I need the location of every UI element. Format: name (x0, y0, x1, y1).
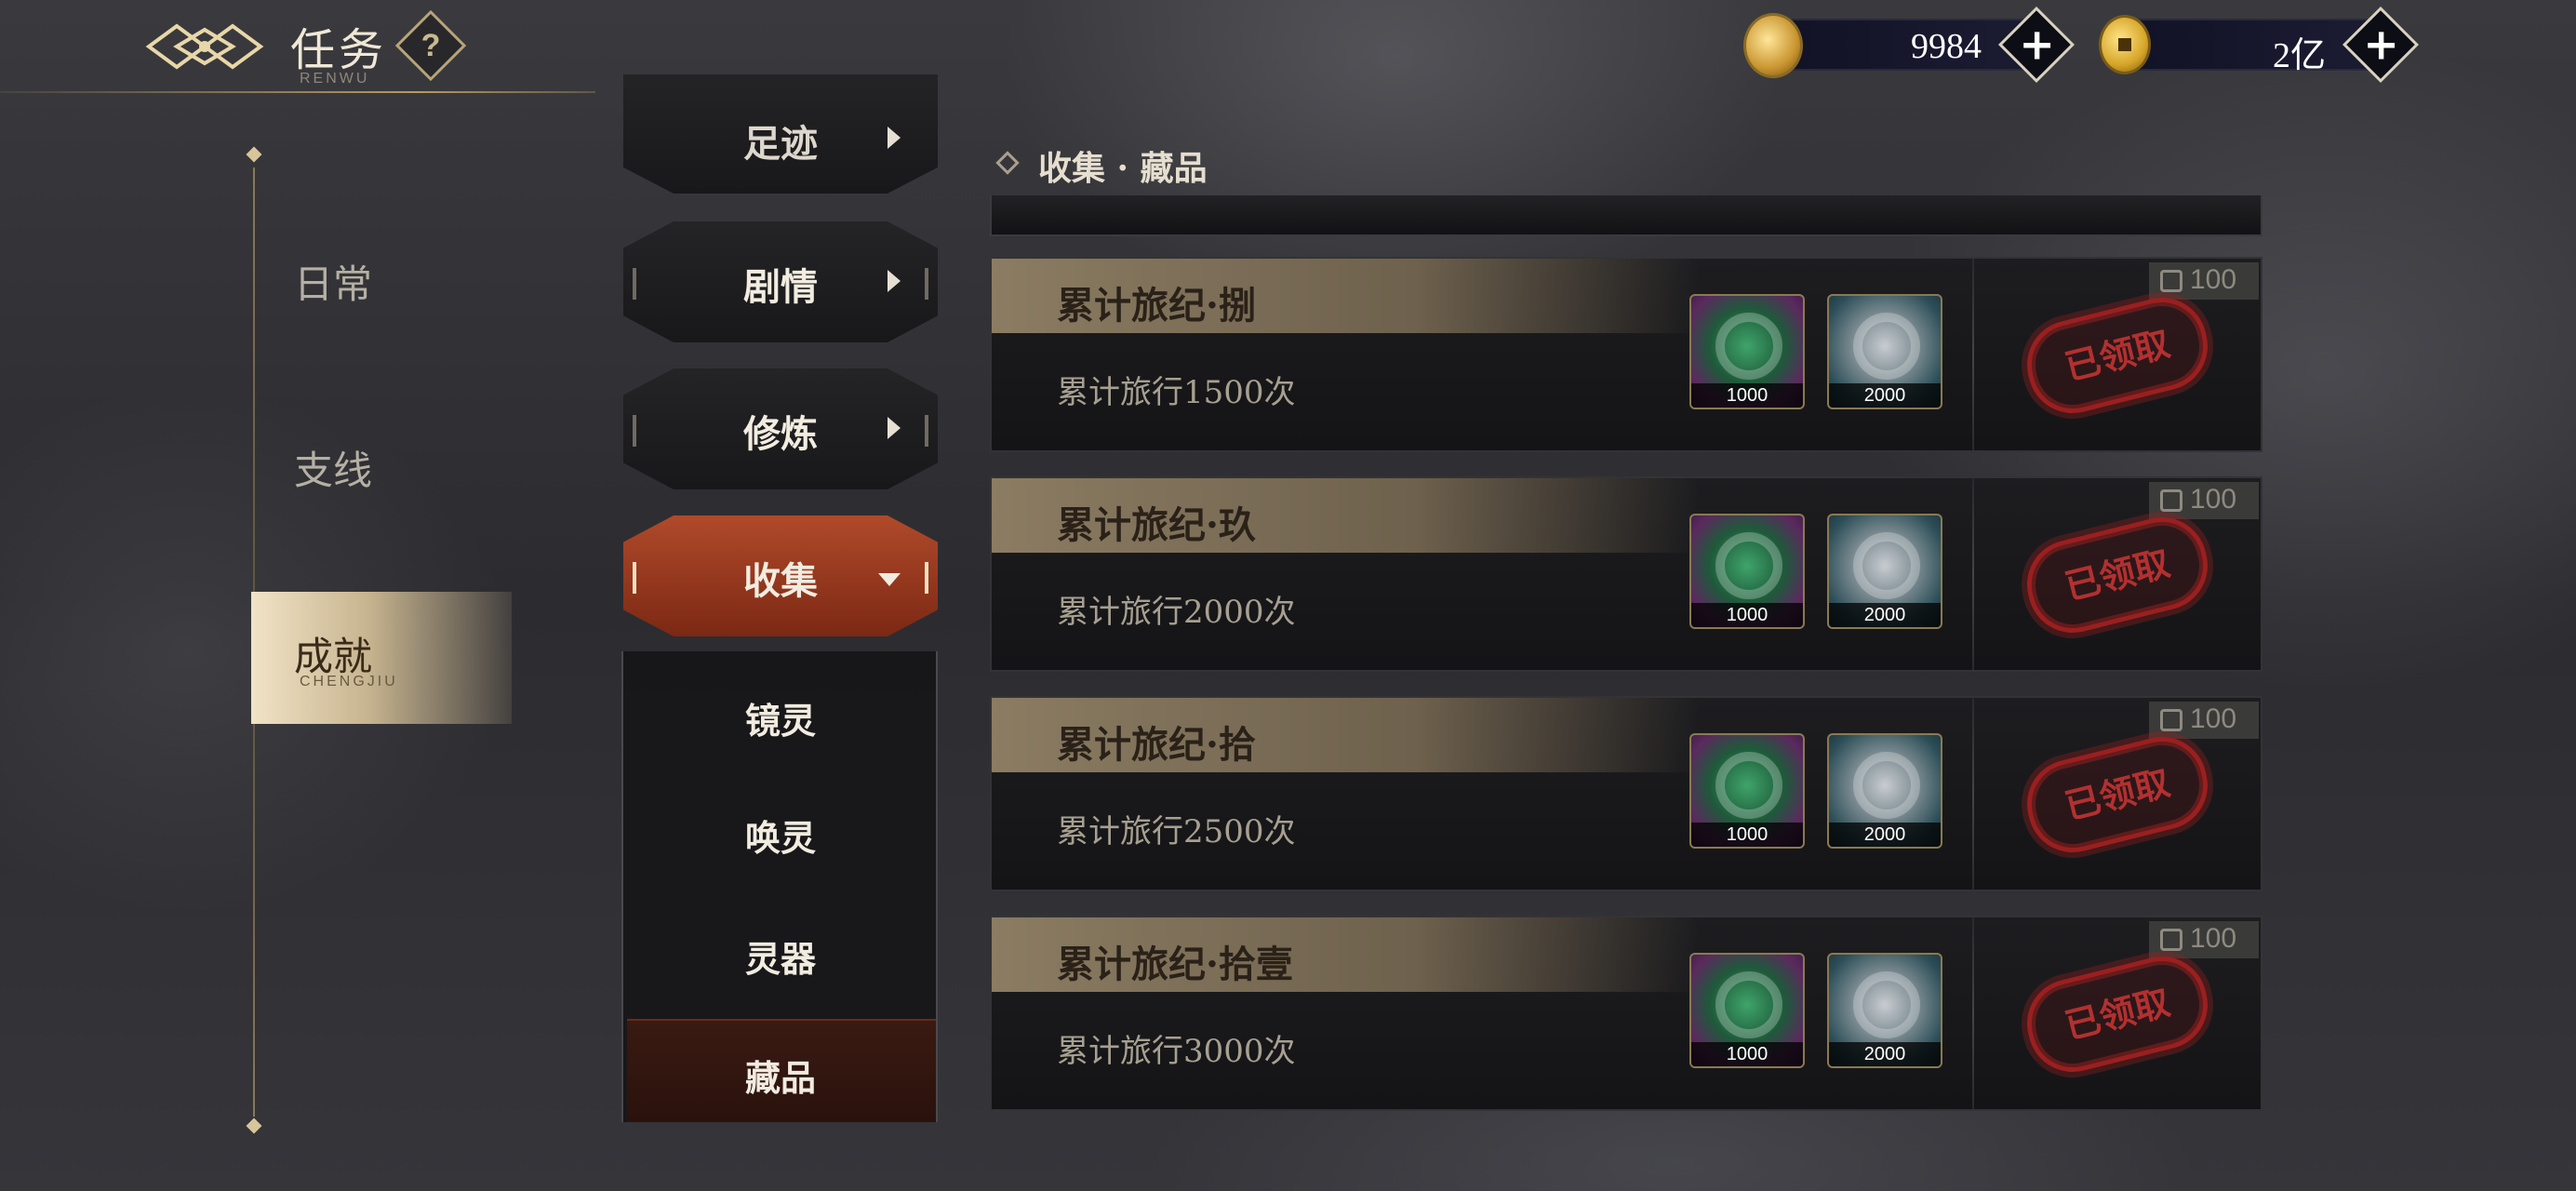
silver-ring-icon (1853, 313, 1920, 380)
nav-daily[interactable]: 日常 (294, 253, 372, 310)
point-icon (2160, 929, 2182, 951)
reward-qty: 1000 (1691, 1042, 1803, 1066)
points-value: 100 (2190, 484, 2237, 515)
claimed-stamp: 已领取 (2017, 727, 2218, 863)
currency-gold: 2亿 + (2114, 6, 2420, 84)
task-header: 累计旅纪·拾 (992, 698, 1699, 772)
question-icon: ? (420, 28, 441, 63)
plus-icon: + (2019, 19, 2055, 70)
card-divider (1972, 698, 1974, 890)
chevron-down-icon (878, 573, 901, 586)
chevron-right-icon (888, 270, 901, 292)
task-name: 累计旅纪·捌 (1057, 284, 1256, 328)
task-header: 累计旅纪·捌 (992, 259, 1699, 333)
reward-item[interactable]: 2000 (1827, 514, 1942, 629)
nav-side-quests[interactable]: 支线 (294, 439, 372, 496)
reward-item[interactable]: 1000 (1689, 514, 1805, 629)
task-card: 累计旅纪·拾壹 累计旅行3000次 1000 2000 100 已领取 (990, 916, 2262, 1111)
reward-qty: 1000 (1691, 823, 1803, 847)
points-value: 100 (2190, 923, 2237, 954)
points-value: 100 (2190, 264, 2237, 295)
page-title: 任务 (290, 24, 388, 76)
jade-ring-icon (1715, 752, 1782, 819)
task-card: 累计旅纪·捌 累计旅行1500次 1000 2000 100 已领取 (990, 257, 2262, 452)
card-divider (1972, 478, 1974, 670)
menu-cultivation[interactable]: 修炼 (623, 368, 938, 489)
list-top-edge (990, 195, 2262, 236)
task-name: 累计旅纪·拾壹 (1057, 943, 1293, 986)
nav-achievements-sub: CHENGJIU (300, 674, 398, 689)
card-divider (1972, 917, 1974, 1109)
task-desc: 累计旅行2000次 (1057, 594, 1296, 631)
silver-ring-icon (1853, 752, 1920, 819)
claimed-stamp: 已领取 (2017, 288, 2218, 423)
gold-coin-icon (2099, 15, 2151, 74)
chevron-right-icon (888, 127, 901, 149)
rail-ornament (246, 146, 262, 163)
task-card: 累计旅纪·玖 累计旅行2000次 1000 2000 100 已领取 (990, 476, 2262, 672)
reward-qty: 2000 (1829, 383, 1941, 408)
submenu-summon-spirit[interactable]: 唤灵 (623, 810, 938, 861)
reward-qty: 2000 (1829, 603, 1941, 627)
header-divider (0, 91, 595, 93)
points-value: 100 (2190, 703, 2237, 734)
menu-story[interactable]: 剧情 (623, 221, 938, 342)
point-icon (2160, 709, 2182, 731)
claimed-stamp: 已领取 (2017, 507, 2218, 643)
jade-amount: 9984 (1911, 27, 1982, 66)
section-title: 收集 · 藏品 (1038, 149, 1208, 188)
task-name: 累计旅纪·拾 (1057, 723, 1256, 767)
task-name: 累计旅纪·玖 (1057, 503, 1256, 547)
jade-dragon-icon (1743, 13, 1803, 78)
silver-ring-icon (1853, 532, 1920, 599)
diamond-icon (995, 151, 1020, 175)
gold-amount: 2亿 (2272, 36, 2326, 75)
points-badge: 100 (2149, 262, 2259, 300)
task-card: 累计旅纪·拾 累计旅行2500次 1000 2000 100 已领取 (990, 696, 2262, 891)
menu-collection[interactable]: 收集 (623, 515, 938, 636)
submenu-mirror-spirit[interactable]: 镜灵 (623, 692, 938, 743)
emblem-icon (145, 23, 264, 70)
task-desc: 累计旅行3000次 (1057, 1033, 1296, 1070)
jade-ring-icon (1715, 971, 1782, 1038)
jade-ring-icon (1715, 532, 1782, 599)
task-header: 累计旅纪·拾壹 (992, 917, 1699, 992)
point-icon (2160, 489, 2182, 512)
reward-qty: 1000 (1691, 383, 1803, 408)
menu-footprints[interactable]: 足迹 (623, 74, 938, 194)
points-badge: 100 (2149, 921, 2259, 958)
reward-qty: 2000 (1829, 823, 1941, 847)
jade-ring-icon (1715, 313, 1782, 380)
help-button[interactable]: ? (394, 9, 467, 82)
page-subtitle: RENWU (300, 71, 370, 87)
card-divider (1972, 259, 1974, 450)
reward-item[interactable]: 2000 (1827, 733, 1942, 849)
reward-qty: 2000 (1829, 1042, 1941, 1066)
nav-achievements[interactable]: 成就 CHENGJIU (251, 592, 512, 724)
reward-item[interactable]: 2000 (1827, 953, 1942, 1068)
submenu-spirit-weapon[interactable]: 灵器 (623, 930, 938, 982)
silver-ring-icon (1853, 971, 1920, 1038)
task-header: 累计旅纪·玖 (992, 478, 1699, 553)
reward-item[interactable]: 2000 (1827, 294, 1942, 409)
add-gold-button[interactable]: + (2342, 6, 2420, 84)
submenu-treasures[interactable]: 藏品 (623, 1050, 938, 1101)
point-icon (2160, 270, 2182, 292)
task-desc: 累计旅行2500次 (1057, 813, 1296, 850)
points-badge: 100 (2149, 702, 2259, 739)
reward-item[interactable]: 1000 (1689, 953, 1805, 1068)
chevron-right-icon (888, 417, 901, 439)
reward-item[interactable]: 1000 (1689, 294, 1805, 409)
rail-ornament (246, 1117, 262, 1134)
currency-jade: 9984 + (1769, 6, 2075, 84)
reward-qty: 1000 (1691, 603, 1803, 627)
claimed-stamp: 已领取 (2017, 946, 2218, 1082)
plus-icon: + (2363, 19, 2399, 70)
add-jade-button[interactable]: + (1997, 6, 2075, 84)
points-badge: 100 (2149, 482, 2259, 519)
task-desc: 累计旅行1500次 (1057, 374, 1296, 411)
reward-item[interactable]: 1000 (1689, 733, 1805, 849)
